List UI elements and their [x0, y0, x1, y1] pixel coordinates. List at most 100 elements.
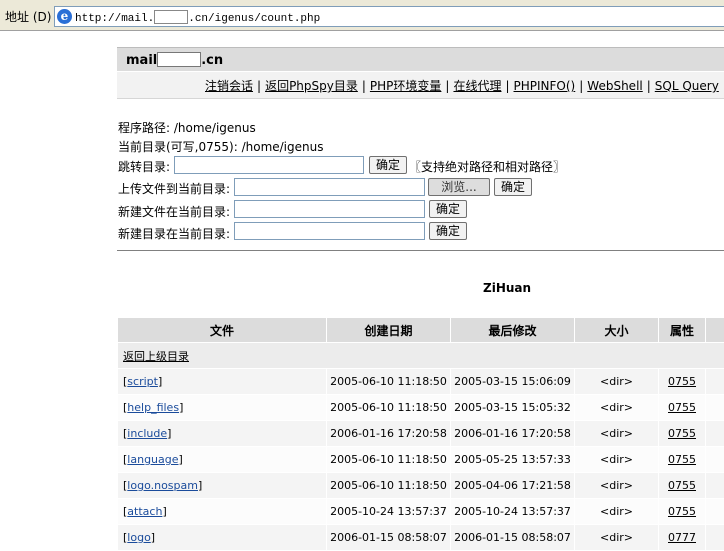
address-bar: 地址 (D) e http://mail..cn/igenus/count.ph…: [0, 0, 724, 31]
nav-sql-query[interactable]: SQL Query: [655, 79, 719, 93]
nav-logout[interactable]: 注销会话: [205, 79, 253, 93]
size-cell: <dir>: [575, 369, 659, 395]
program-path: 程序路径: /home/igenus: [118, 119, 256, 136]
dir-link[interactable]: logo.nospam: [127, 479, 198, 492]
created-cell: 2005-10-24 13:57:37: [327, 499, 451, 525]
perm-cell: 0755: [659, 447, 706, 473]
jump-note: 〖支持绝对路径和相对路径〗: [409, 158, 565, 175]
browse-button[interactable]: 浏览...: [428, 178, 490, 196]
size-cell: <dir>: [575, 525, 659, 551]
table-row: [logo.nospam]2005-06-10 11:18:502005-04-…: [118, 473, 724, 499]
size-cell: <dir>: [575, 447, 659, 473]
perm-link[interactable]: 0755: [668, 401, 696, 414]
nav-phpinfo[interactable]: PHPINFO(): [514, 79, 576, 93]
newfile-button[interactable]: 确定: [429, 200, 467, 218]
newfile-label: 新建文件在当前目录:: [118, 203, 230, 220]
modified-cell: 2005-03-15 15:06:09: [451, 369, 575, 395]
modified-cell: 2006-01-16 17:20:58: [451, 421, 575, 447]
nav-bar: 注销会话|返回PhpSpy目录|PHP环境变量|在线代理|PHPINFO()|W…: [117, 72, 724, 99]
perm-link[interactable]: 0755: [668, 505, 696, 518]
site-title: mail.cn: [126, 52, 223, 68]
file-name-cell: [language]: [118, 447, 327, 473]
perm-cell: 0755: [659, 395, 706, 421]
perm-link[interactable]: 0755: [668, 479, 696, 492]
parent-dir-link[interactable]: 返回上级目录: [123, 350, 189, 363]
upload-file-input[interactable]: [234, 178, 425, 196]
address-input[interactable]: e http://mail..cn/igenus/count.php: [54, 6, 724, 27]
dir-link[interactable]: language: [127, 453, 178, 466]
table-header-row: 文件 创建日期 最后修改 大小 属性: [118, 318, 724, 343]
perm-link[interactable]: 0755: [668, 427, 696, 440]
nav-proxy[interactable]: 在线代理: [453, 79, 501, 93]
extra-cell: [706, 421, 724, 447]
table-row: [language]2005-06-10 11:18:502005-05-25 …: [118, 447, 724, 473]
jump-button[interactable]: 确定: [369, 156, 407, 174]
perm-cell: 0777: [659, 525, 706, 551]
site-title-bar: mail.cn: [117, 47, 724, 71]
file-table: 文件 创建日期 最后修改 大小 属性 返回上级目录 [script]2005-0…: [117, 317, 724, 551]
file-name-cell: [logo]: [118, 525, 327, 551]
dir-link[interactable]: help_files: [127, 401, 179, 414]
table-row: [help_files]2005-06-10 11:18:502005-03-1…: [118, 395, 724, 421]
col-created: 创建日期: [327, 318, 451, 343]
parent-dir-row: 返回上级目录: [118, 343, 724, 369]
newdir-button[interactable]: 确定: [429, 222, 467, 240]
dir-link[interactable]: attach: [127, 505, 162, 518]
newfile-input[interactable]: [234, 200, 425, 218]
created-cell: 2005-06-10 11:18:50: [327, 369, 451, 395]
upload-button[interactable]: 确定: [494, 178, 532, 196]
file-name-cell: [include]: [118, 421, 327, 447]
size-cell: <dir>: [575, 421, 659, 447]
created-cell: 2006-01-16 17:20:58: [327, 421, 451, 447]
jump-label: 跳转目录:: [118, 158, 170, 175]
perm-cell: 0755: [659, 473, 706, 499]
file-name-cell: [help_files]: [118, 395, 327, 421]
col-perm: 属性: [659, 318, 706, 343]
current-dir: 当前目录(可写,0755): /home/igenus: [118, 138, 323, 155]
extra-cell: [706, 447, 724, 473]
created-cell: 2005-06-10 11:18:50: [327, 447, 451, 473]
perm-link[interactable]: 0777: [668, 531, 696, 544]
modified-cell: 2005-10-24 13:57:37: [451, 499, 575, 525]
redacted-block: [154, 10, 188, 24]
perm-link[interactable]: 0755: [668, 375, 696, 388]
perm-link[interactable]: 0755: [668, 453, 696, 466]
created-cell: 2005-06-10 11:18:50: [327, 473, 451, 499]
nav-back-phpspy[interactable]: 返回PhpSpy目录: [265, 79, 358, 93]
table-row: [script]2005-06-10 11:18:502005-03-15 15…: [118, 369, 724, 395]
modified-cell: 2005-04-06 17:21:58: [451, 473, 575, 499]
file-name-cell: [attach]: [118, 499, 327, 525]
extra-cell: [706, 395, 724, 421]
url-text: http://mail..cn/igenus/count.php: [75, 10, 320, 25]
table-row: [logo]2006-01-15 08:58:072006-01-15 08:5…: [118, 525, 724, 551]
size-cell: <dir>: [575, 499, 659, 525]
newdir-input[interactable]: [234, 222, 425, 240]
table-row: [include]2006-01-16 17:20:582006-01-16 1…: [118, 421, 724, 447]
extra-cell: [706, 369, 724, 395]
modified-cell: 2005-05-25 13:57:33: [451, 447, 575, 473]
col-file: 文件: [118, 318, 327, 343]
perm-cell: 0755: [659, 369, 706, 395]
divider: [117, 250, 724, 252]
upload-label: 上传文件到当前目录:: [118, 180, 230, 197]
col-size: 大小: [575, 318, 659, 343]
file-name-cell: [logo.nospam]: [118, 473, 327, 499]
redacted-block: [157, 52, 201, 67]
col-extra: [706, 318, 724, 343]
modified-cell: 2006-01-15 08:58:07: [451, 525, 575, 551]
nav-webshell[interactable]: WebShell: [587, 79, 642, 93]
extra-cell: [706, 525, 724, 551]
col-modified: 最后修改: [451, 318, 575, 343]
nav-php-env[interactable]: PHP环境变量: [370, 79, 442, 93]
file-name-cell: [script]: [118, 369, 327, 395]
table-row: [attach]2005-10-24 13:57:372005-10-24 13…: [118, 499, 724, 525]
dir-link[interactable]: script: [127, 375, 158, 388]
jump-dir-input[interactable]: [174, 156, 364, 174]
perm-cell: 0755: [659, 421, 706, 447]
dir-link[interactable]: logo: [127, 531, 151, 544]
dir-link[interactable]: include: [127, 427, 167, 440]
created-cell: 2006-01-15 08:58:07: [327, 525, 451, 551]
extra-cell: [706, 473, 724, 499]
size-cell: <dir>: [575, 395, 659, 421]
modified-cell: 2005-03-15 15:05:32: [451, 395, 575, 421]
